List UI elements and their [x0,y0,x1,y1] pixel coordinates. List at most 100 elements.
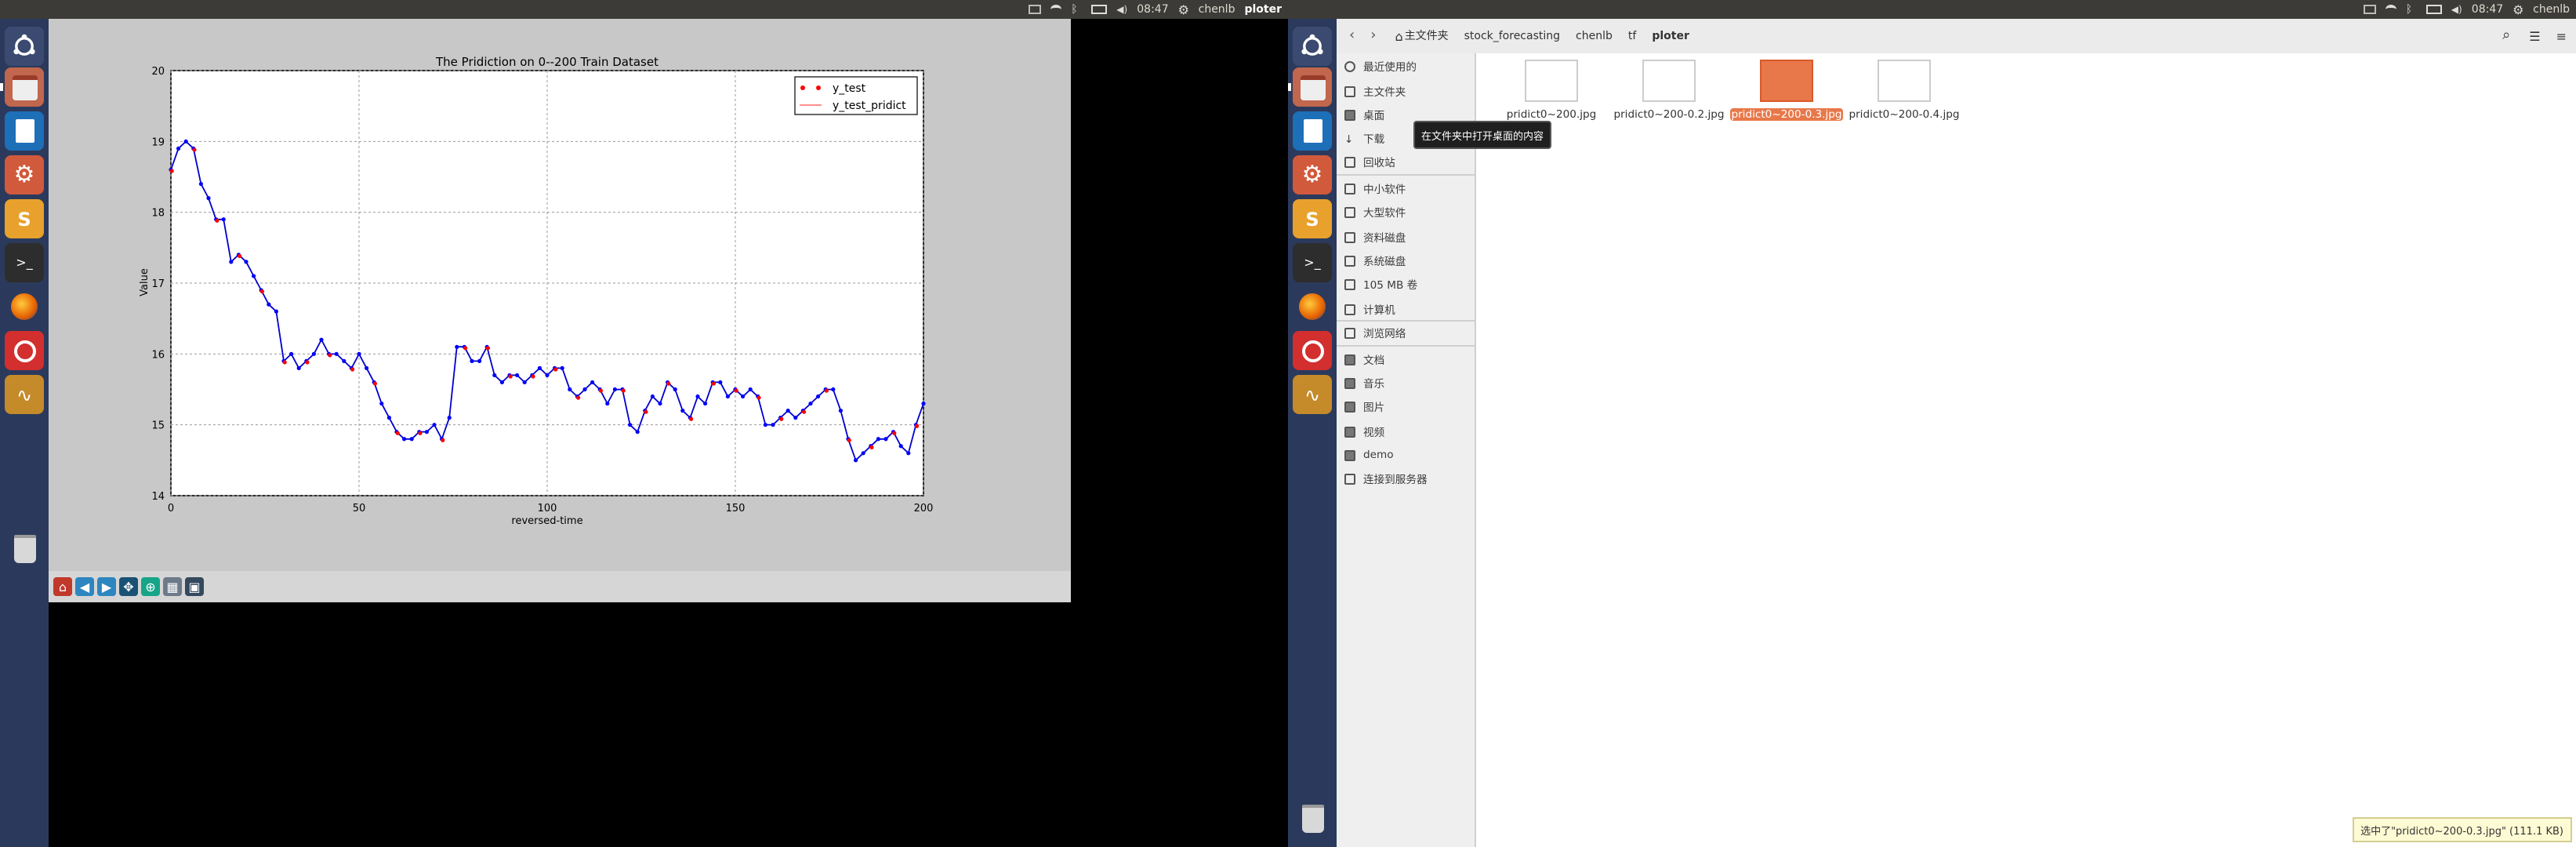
sidebar-item-computer[interactable]: 计算机 [1344,300,1395,318]
sidebar-item-drive-2[interactable]: 大型软件 [1344,202,1406,221]
prediction-point [432,423,437,427]
breadcrumb-home[interactable]: 主文件夹 [1405,28,1449,44]
prediction-point [680,409,685,413]
pan-icon[interactable]: ✥ [119,577,138,596]
keyboard-icon[interactable] [2363,5,2376,14]
clock[interactable]: 08:47 [2472,0,2503,19]
files-icon[interactable] [1293,67,1332,107]
x-tick-label: 150 [726,503,746,514]
prediction-point [206,196,211,201]
volume-icon[interactable]: ◀) [2451,4,2462,15]
battery-icon[interactable] [2425,5,2442,14]
user-name[interactable]: chenlb [2533,0,2570,19]
writer-icon[interactable] [5,111,44,151]
prediction-point [229,260,234,264]
prediction-point [357,351,361,356]
actual-point [372,381,377,386]
folder-icon [1344,377,1355,388]
drive-icon [1344,278,1355,289]
waveform-icon[interactable]: ∿ [5,375,44,414]
battery-icon[interactable] [1091,5,1108,14]
sidebar-item-demo[interactable]: demo [1344,445,1394,464]
pencil-app-icon[interactable] [5,331,44,370]
sidebar-item-documents[interactable]: 文档 [1344,350,1384,369]
back-arrow-icon[interactable]: ‹ [1349,28,1355,44]
sublime-icon[interactable]: S [1293,199,1332,238]
breadcrumb-stock-forecasting[interactable]: stock_forecasting [1464,30,1560,42]
user-name[interactable]: chenlb [1199,0,1235,19]
gear-icon[interactable]: ⚙ [1178,3,1189,16]
terminal-icon[interactable]: >_ [5,243,44,282]
home-icon: ⌂ [1395,29,1403,43]
breadcrumb-chenlb[interactable]: chenlb [1576,30,1613,42]
menu-icon[interactable]: ≡ [2556,29,2567,43]
prediction-point [477,358,482,363]
sidebar-item-drive-3[interactable]: 资料磁盘 [1344,227,1406,246]
actual-point [215,218,220,223]
sidebar-item-trash[interactable]: 回收站 [1344,152,1395,171]
sidebar-item-home[interactable]: 主文件夹 [1344,82,1406,100]
sublime-icon[interactable]: S [5,199,44,238]
save-icon[interactable]: ▣ [185,577,204,596]
breadcrumb-tf[interactable]: tf [1628,30,1636,42]
launcher-right: ⚙ S >_ ∿ [1288,19,1337,847]
back-icon[interactable]: ◀ [75,577,94,596]
ubuntu-dash-icon[interactable] [5,27,44,66]
pencil-app-icon[interactable] [1293,331,1332,370]
firefox-icon[interactable] [5,287,44,326]
list-view-icon[interactable]: ☰ [2529,29,2540,43]
sidebar-item-recent[interactable]: 最近使用的 [1344,56,1417,75]
sidebar-item-music[interactable]: 音乐 [1344,373,1384,392]
actual-point [531,374,535,379]
legend: y_test y_test_pridict [794,76,918,115]
actual-point [734,388,738,393]
writer-icon[interactable] [1293,111,1332,151]
drive-icon [1344,255,1355,266]
waveform-icon[interactable]: ∿ [1293,375,1332,414]
wifi-icon[interactable] [1050,5,1062,14]
volume-icon[interactable]: ◀) [1116,4,1127,15]
file-item[interactable]: pridict0~200-0.2.jpg [1613,60,1725,121]
home-icon[interactable]: ⌂ [53,577,72,596]
zoom-icon[interactable]: ⊕ [141,577,160,596]
sidebar-item-connect-server[interactable]: 连接到服务器 [1344,469,1428,488]
sidebar-item-drive-1[interactable]: 中小软件 [1344,179,1406,198]
bluetooth-icon[interactable]: ᛒ [2406,3,2417,15]
ubuntu-dash-icon[interactable] [1293,27,1332,66]
folder-icon [1344,449,1355,460]
sidebar-item-volume[interactable]: 105 MB 卷 [1344,274,1417,293]
subplots-icon[interactable]: ▦ [163,577,182,596]
files-icon[interactable] [5,67,44,107]
search-icon[interactable]: ⌕ [2502,28,2510,44]
prediction-point [252,274,256,278]
sidebar-item-downloads[interactable]: ↓ 下载 [1344,129,1384,147]
keyboard-icon[interactable] [1029,5,1042,14]
file-view: pridict0~200.jpg pridict0~200-0.2.jpg pr… [1476,53,2576,847]
breadcrumb-ploter[interactable]: ploter [1652,30,1689,42]
sidebar-item-desktop[interactable]: 桌面 [1344,105,1384,124]
bluetooth-icon[interactable]: ᛒ [1071,3,1082,15]
firefox-icon[interactable] [1293,287,1332,326]
prediction-point [379,401,384,406]
x-tick-label: 0 [168,503,174,514]
wifi-icon[interactable] [2385,5,2396,14]
trash-icon[interactable] [5,529,44,568]
sidebar-item-pictures[interactable]: 图片 [1344,397,1384,416]
settings-icon[interactable]: ⚙ [1293,155,1332,194]
prediction-point [176,146,181,151]
prediction-point [522,380,527,385]
forward-arrow-icon[interactable]: › [1370,28,1376,44]
settings-icon[interactable]: ⚙ [5,155,44,194]
trash-icon[interactable] [1293,798,1332,838]
gear-icon[interactable]: ⚙ [2513,3,2523,16]
sidebar-item-drive-4[interactable]: 系统磁盘 [1344,251,1406,270]
forward-icon[interactable]: ▶ [97,577,116,596]
clock[interactable]: 08:47 [1137,0,1168,19]
prediction-point [725,394,731,399]
file-item[interactable]: pridict0~200.jpg [1497,60,1606,121]
sidebar-item-network[interactable]: 浏览网络 [1344,323,1406,342]
file-item[interactable]: pridict0~200-0.4.jpg [1849,60,1960,121]
file-item-selected[interactable]: pridict0~200-0.3.jpg [1729,60,1844,121]
terminal-icon[interactable]: >_ [1293,243,1332,282]
sidebar-item-videos[interactable]: 视频 [1344,422,1384,441]
